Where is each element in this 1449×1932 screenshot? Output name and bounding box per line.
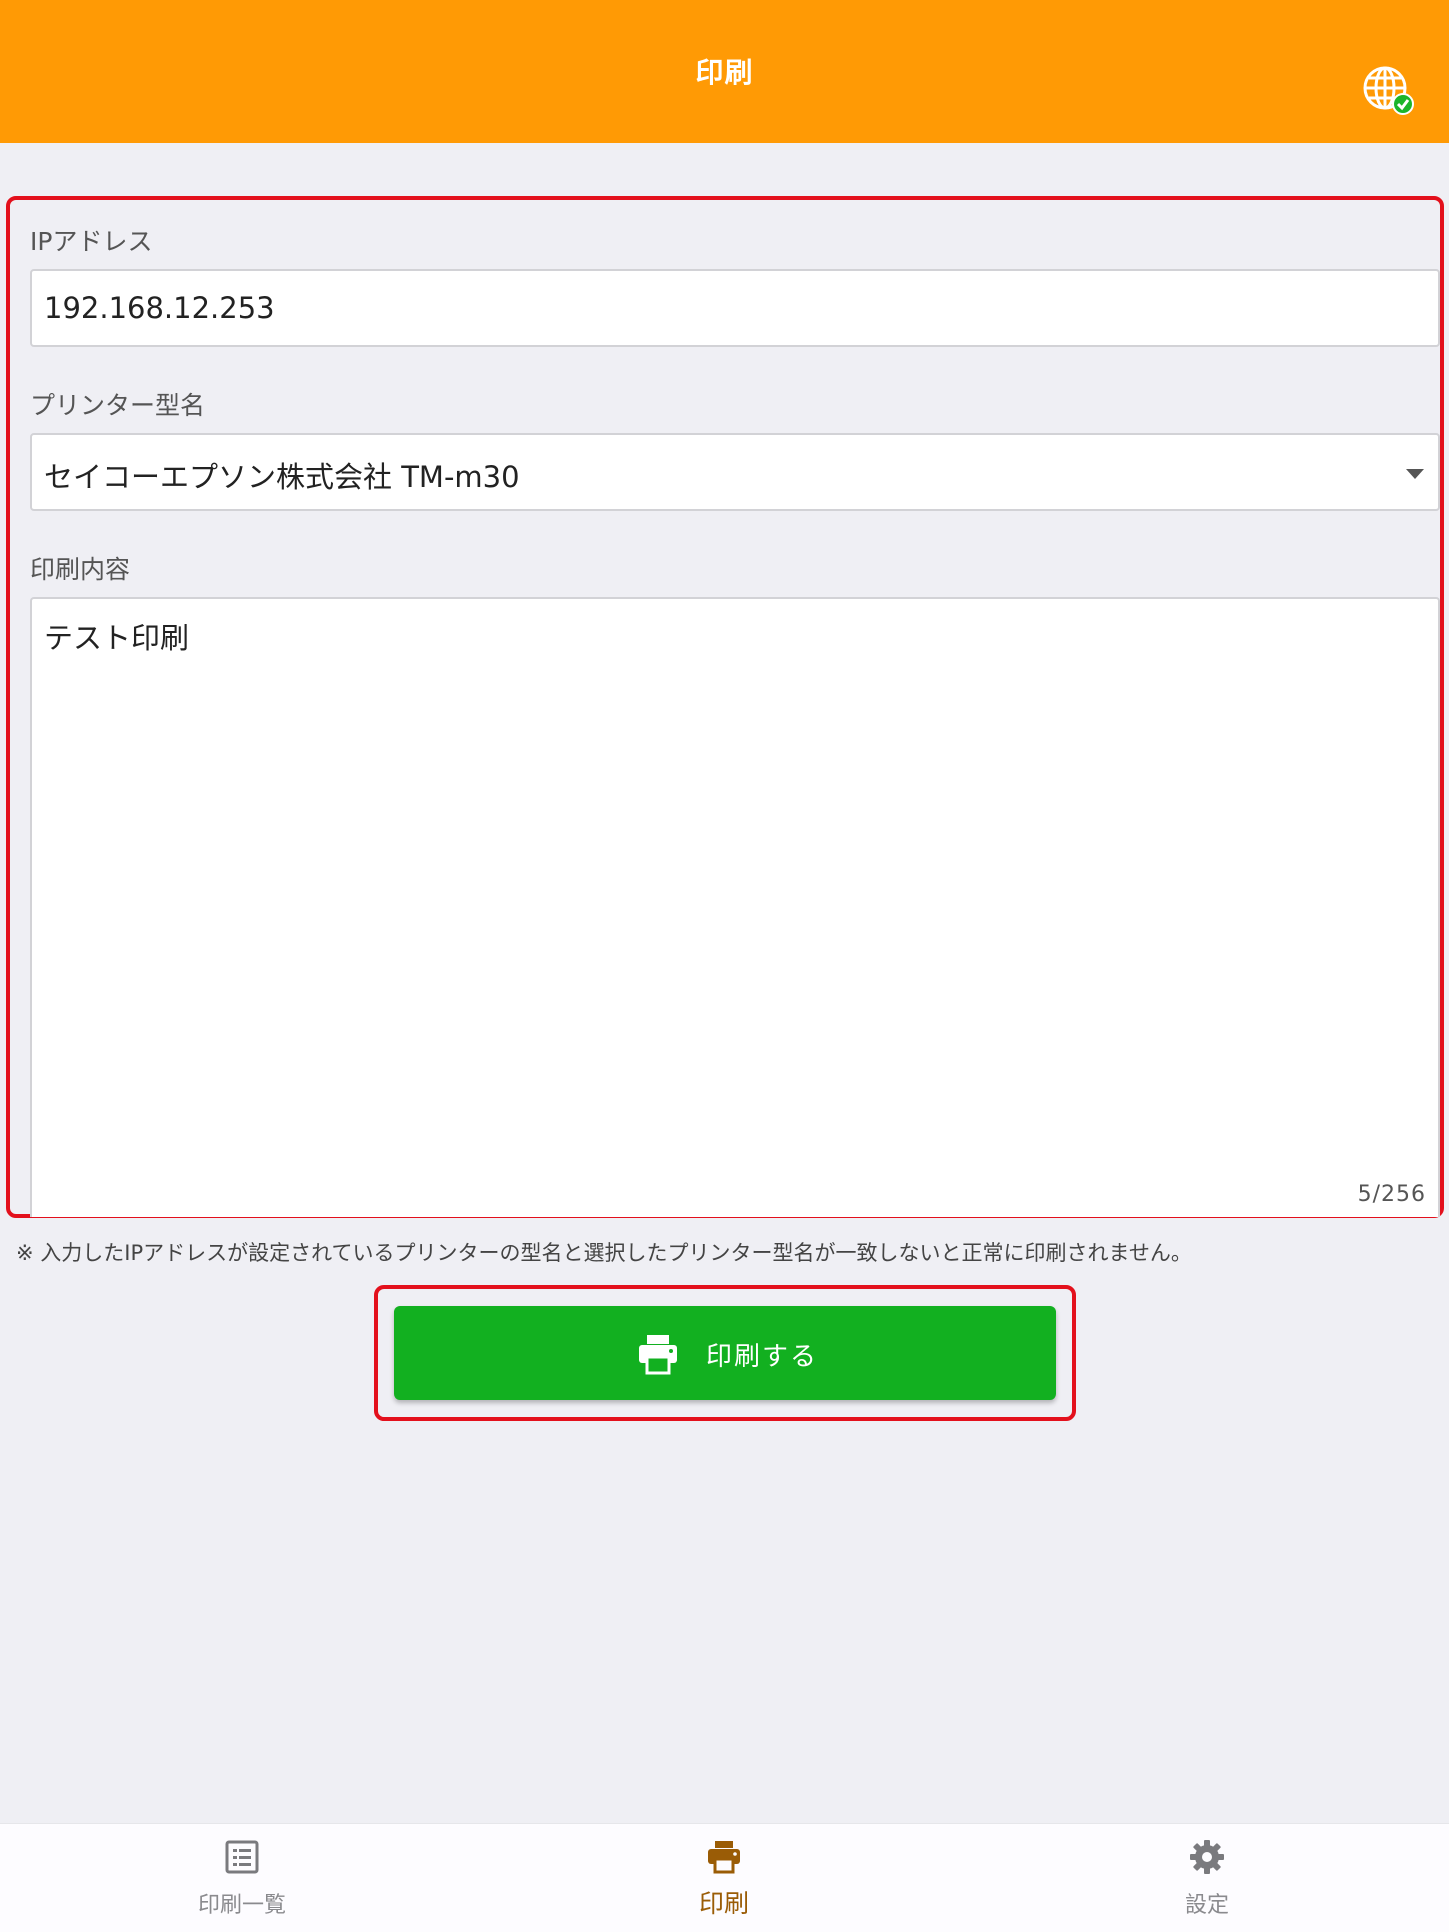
tab-print-list-label: 印刷一覧 [197,1893,286,1918]
print-button[interactable]: 印刷する [394,1306,1056,1400]
print-button-label: 印刷する [706,1342,819,1372]
print-content-value: テスト印刷 [44,621,190,655]
ip-address-label: IPアドレス [30,227,153,256]
ip-address-input[interactable]: 192.168.12.253 [30,269,1440,347]
ip-address-value: 192.168.12.253 [44,291,275,325]
tab-settings-label: 設定 [1184,1893,1229,1918]
tab-print-list[interactable]: 印刷一覧 [92,1824,392,1932]
character-counter: 5/256 [1357,1182,1426,1207]
tab-print[interactable]: 印刷 [574,1824,874,1932]
list-icon [225,1840,259,1874]
printer-model-label: プリンター型名 [30,391,206,420]
printer-icon [639,1335,677,1375]
print-content-textarea[interactable]: テスト印刷 5/256 [30,597,1440,1217]
network-status-button[interactable] [1361,64,1417,120]
chevron-down-icon [1406,469,1424,479]
tab-print-label: 印刷 [698,1889,749,1918]
page-title: 印刷 [0,0,1449,143]
page-title-text: 印刷 [695,56,754,89]
warning-note: ※ 入力したIPアドレスが設定されているプリンターの型名と選択したプリンター型名… [16,1241,1192,1265]
printer-model-value: セイコーエプソン株式会社 TM-m30 [44,460,520,494]
app-header: 印刷 [0,0,1449,143]
printer-model-select[interactable]: セイコーエプソン株式会社 TM-m30 [30,433,1440,511]
gear-icon [1190,1840,1224,1874]
print-screen: 印刷 IPアドレス 192.168.12.253 プリンター型名 セイコーエプソ… [0,0,1449,1932]
bottom-tab-bar: 印刷一覧 印刷 設定 [0,1823,1449,1932]
printer-icon [708,1841,740,1874]
print-form: IPアドレス 192.168.12.253 プリンター型名 セイコーエプソン株式… [6,196,1444,1218]
globe-check-icon [1363,66,1414,115]
print-content-label: 印刷内容 [30,555,131,584]
tab-settings[interactable]: 設定 [1057,1824,1357,1932]
